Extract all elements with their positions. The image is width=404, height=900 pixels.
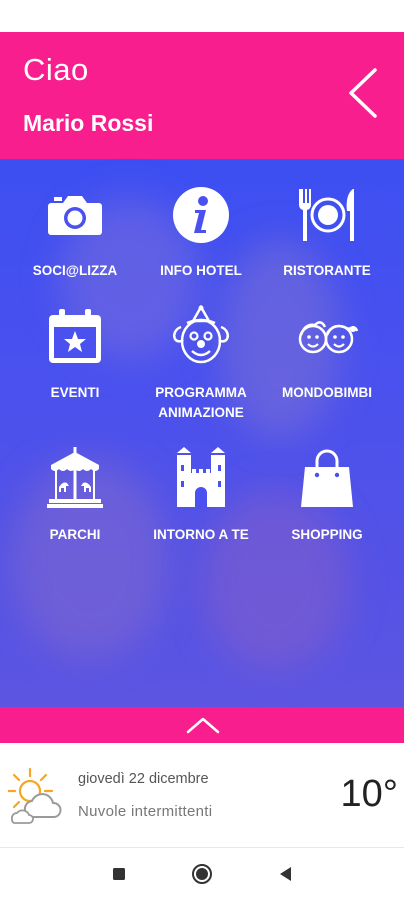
calendar-star-icon: [49, 309, 101, 363]
castle-icon: [177, 447, 225, 507]
menu-item-parchi[interactable]: PARCHI: [10, 447, 140, 545]
menu-item-intorno-a-te[interactable]: INTORNO A TE: [136, 447, 266, 545]
navigation-bar: [0, 848, 404, 900]
menu-item-mondobimbi[interactable]: MONDOBIMBI: [262, 305, 392, 403]
menu-item-shopping[interactable]: SHOPPING: [262, 447, 392, 545]
weather-date: giovedì 22 dicembre: [78, 771, 209, 787]
menu-label: PARCHI: [49, 527, 101, 542]
restaurant-icon: [298, 189, 354, 241]
menu-label: SOCI@LIZZA: [32, 263, 118, 278]
home-icon[interactable]: [190, 862, 214, 886]
menu-label: EVENTI: [50, 385, 100, 400]
menu-item-info-hotel[interactable]: INFO HOTEL: [136, 183, 266, 281]
kids-icon: [298, 321, 359, 354]
menu-item-ristorante[interactable]: RISTORANTE: [262, 183, 392, 281]
back-chevron-icon[interactable]: [344, 66, 380, 120]
menu-label: RISTORANTE: [283, 263, 371, 278]
weather-description: Nuvole intermittenti: [78, 803, 213, 820]
camera-icon: [48, 196, 102, 235]
partly-cloudy-icon: [8, 767, 62, 824]
weather-temperature: 10°: [340, 773, 398, 815]
menu-item-eventi[interactable]: EVENTI: [10, 305, 140, 403]
menu-label: MONDOBIMBI: [282, 385, 372, 400]
back-nav-icon[interactable]: [273, 862, 297, 886]
shopping-bag-icon: [301, 449, 353, 507]
main-menu: SOCI@LIZZA INFO HOTEL RISTORANTE EVENTI: [0, 159, 404, 707]
menu-label: PROGRAMMA ANIMAZIONE: [155, 385, 247, 420]
header: Ciao Mario Rossi: [0, 32, 404, 159]
status-bar: [0, 0, 404, 32]
menu-label: INFO HOTEL: [160, 263, 242, 278]
weather-widget: giovedì 22 dicembre Nuvole intermittenti…: [0, 743, 404, 848]
recent-apps-icon[interactable]: [107, 862, 131, 886]
carousel-icon: [47, 447, 103, 508]
info-icon: [173, 187, 229, 243]
menu-label: INTORNO A TE: [153, 527, 249, 542]
clown-icon: [173, 305, 229, 364]
menu-label: SHOPPING: [291, 527, 363, 542]
username: Mario Rossi: [23, 110, 154, 136]
menu-item-programma-animazione[interactable]: PROGRAMMA ANIMAZIONE: [136, 305, 266, 423]
menu-item-socializza[interactable]: SOCI@LIZZA: [10, 183, 140, 281]
greeting: Ciao: [23, 52, 89, 87]
bottom-bar: [0, 707, 404, 743]
chevron-up-icon[interactable]: [186, 715, 220, 735]
